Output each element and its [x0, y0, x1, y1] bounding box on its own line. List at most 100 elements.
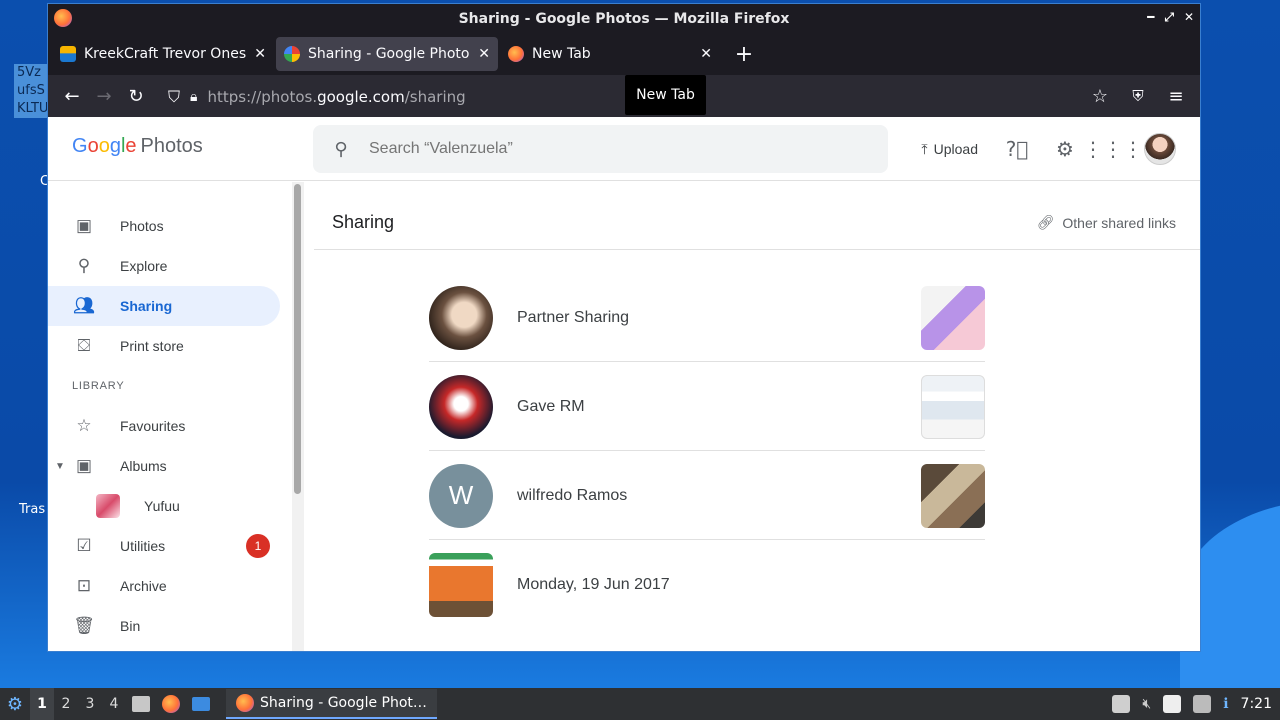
upload-icon: ⤒: [921, 140, 928, 157]
taskbar-app-firefox[interactable]: Sharing - Google Phot…: [226, 689, 437, 719]
bag-icon: ⛋: [77, 336, 91, 355]
close-tab-icon[interactable]: ✕: [254, 46, 266, 62]
forward-arrow-icon[interactable]: →: [88, 80, 120, 112]
url-bar[interactable]: ⛉ 🔒︎ https://photos.google.com/sharing: [168, 83, 466, 111]
scrollbar-thumb[interactable]: [294, 184, 301, 494]
sidebar-item-explore[interactable]: ⚲ Explore: [48, 246, 280, 286]
search-icon: ⚲: [77, 256, 91, 275]
sidebar-item-bin[interactable]: 🗑︎ Bin: [48, 606, 280, 646]
archive-icon: ⊡: [76, 576, 92, 595]
sidebar-item-photos[interactable]: ▣ Photos: [48, 206, 280, 246]
lock-icon[interactable]: 🔒︎: [190, 89, 197, 105]
volume-muted-icon[interactable]: 🔇︎: [1142, 696, 1151, 712]
chevron-down-icon[interactable]: ▼: [55, 461, 65, 472]
maximize-icon[interactable]: ⤢: [1164, 10, 1174, 25]
firefox-window: Sharing - Google Photos — Mozilla Firefo…: [47, 3, 1201, 652]
workspace-3[interactable]: 3: [78, 688, 102, 720]
firefox-launcher-icon[interactable]: [156, 688, 186, 720]
sidebar-item-label: Yufuu: [144, 498, 180, 514]
sidebar-item-label: Favourites: [120, 418, 186, 434]
people-icon: 👥︎: [73, 296, 95, 315]
share-name: Monday, 19 Jun 2017: [517, 576, 670, 593]
sidebar-item-album-yufuu[interactable]: Yufuu: [48, 486, 280, 526]
share-name: Gave RM: [517, 397, 585, 415]
upload-button[interactable]: ⤒ Upload: [913, 133, 986, 166]
shield-icon[interactable]: ⛉: [168, 87, 180, 107]
sidebar-item-label: Sharing: [120, 298, 173, 314]
trash-icon: 🗑︎: [73, 616, 95, 635]
pocket-icon[interactable]: ⛨: [1122, 80, 1154, 112]
tab-title: KreekCraft Trevor Onesie: [84, 46, 247, 62]
sidebar: ▣ Photos ⚲ Explore 👥︎ Sharing ⛋ Print st…: [48, 182, 304, 651]
share-thumbnail-avatar: [429, 553, 493, 617]
share-thumbnail: [921, 463, 985, 528]
clipboard-icon[interactable]: [1112, 695, 1131, 713]
workspace-2[interactable]: 2: [54, 688, 78, 720]
upload-label: Upload: [933, 141, 978, 157]
album-thumbnail: [96, 494, 120, 518]
new-tab-button[interactable]: +: [728, 38, 760, 70]
start-menu-icon[interactable]: ⚙: [0, 688, 30, 720]
minimize-icon[interactable]: ━: [1147, 10, 1154, 25]
library-section-label: LIBRARY: [72, 380, 125, 392]
sidebar-item-label: Photos: [120, 218, 164, 234]
avatar: [429, 374, 493, 439]
close-window-icon[interactable]: ✕: [1184, 10, 1194, 25]
clock[interactable]: 7:21: [1241, 696, 1272, 712]
web-content: GooglePhotos ⚲ ⤒ Upload ?⃝ ⚙ ⋮⋮⋮ ▣ Photo…: [48, 117, 1200, 651]
share-row-gave-rm[interactable]: Gave RM: [429, 363, 985, 451]
gphotos-header: GooglePhotos ⚲ ⤒ Upload ?⃝ ⚙ ⋮⋮⋮: [48, 117, 1200, 181]
notification-badge: 1: [246, 534, 270, 558]
update-notification-icon[interactable]: ℹ: [1223, 696, 1228, 712]
other-shared-links-button[interactable]: 🔗︎ Other shared links: [1037, 214, 1176, 231]
sidebar-item-favourites[interactable]: ☆ Favourites: [48, 406, 280, 446]
menu-hamburger-icon[interactable]: ≡: [1160, 80, 1192, 112]
tab-new-tab[interactable]: New Tab ✕: [500, 37, 720, 71]
close-tab-icon[interactable]: ✕: [700, 46, 712, 62]
share-name: wilfredo Ramos: [517, 486, 628, 504]
search-input[interactable]: [369, 140, 849, 158]
desktop-trash-label[interactable]: Tras: [19, 502, 45, 517]
other-shared-links-label: Other shared links: [1062, 214, 1176, 231]
avatar: [429, 285, 493, 350]
search-icon[interactable]: ⚲: [313, 139, 369, 160]
sidebar-item-print-store[interactable]: ⛋ Print store: [48, 326, 280, 366]
search-box[interactable]: ⚲: [313, 125, 888, 173]
sidebar-item-utilities[interactable]: ☑ Utilities 1: [48, 526, 280, 566]
network-icon[interactable]: [1193, 695, 1212, 713]
window-titlebar[interactable]: Sharing - Google Photos — Mozilla Firefo…: [48, 4, 1200, 33]
tooltip: New Tab: [625, 75, 706, 115]
desktop-selected-icon-label[interactable]: 5Vz ufsS KLTU: [14, 64, 48, 118]
photo-icon: ▣: [75, 216, 93, 235]
bookmark-star-icon[interactable]: ☆: [1084, 80, 1116, 112]
sidebar-item-archive[interactable]: ⊡ Archive: [48, 566, 280, 606]
apps-grid-icon[interactable]: ⋮⋮⋮: [1083, 129, 1143, 169]
file-manager-icon[interactable]: [126, 688, 156, 720]
divider: [314, 249, 1200, 250]
reload-icon[interactable]: ↻: [120, 80, 152, 112]
sharing-main: Sharing 🔗︎ Other shared links Partner Sh…: [304, 182, 1200, 651]
share-row-partner[interactable]: Partner Sharing: [429, 274, 985, 362]
account-avatar[interactable]: [1144, 133, 1176, 165]
show-desktop-icon[interactable]: [186, 688, 216, 720]
workspace-4[interactable]: 4: [102, 688, 126, 720]
kreekcraft-favicon-icon: [60, 46, 76, 62]
back-arrow-icon[interactable]: ←: [56, 80, 88, 112]
sidebar-scrollbar[interactable]: [292, 182, 304, 651]
sidebar-item-sharing[interactable]: 👥︎ Sharing: [48, 286, 280, 326]
google-photos-favicon-icon: [284, 46, 300, 62]
close-tab-icon[interactable]: ✕: [478, 46, 490, 62]
workspace-1[interactable]: 1: [30, 688, 54, 720]
settings-gear-icon[interactable]: ⚙: [1048, 129, 1082, 169]
tab-kreekcraft[interactable]: KreekCraft Trevor Onesie ✕: [52, 37, 274, 71]
document-icon[interactable]: [1163, 695, 1182, 713]
tab-sharing-google-photos[interactable]: Sharing - Google Photos ✕: [276, 37, 498, 71]
share-thumbnail: [921, 285, 985, 350]
url-text[interactable]: https://photos.google.com/sharing: [207, 88, 465, 106]
google-photos-logo[interactable]: Google Photos: [72, 135, 203, 158]
sidebar-item-label: Archive: [120, 578, 167, 594]
share-row-wilfredo[interactable]: W wilfredo Ramos: [429, 452, 985, 540]
sidebar-item-albums[interactable]: ▼ ▣ Albums: [48, 446, 280, 486]
share-row-monday[interactable]: Monday, 19 Jun 2017: [429, 541, 985, 629]
help-icon[interactable]: ?⃝: [1000, 129, 1034, 169]
